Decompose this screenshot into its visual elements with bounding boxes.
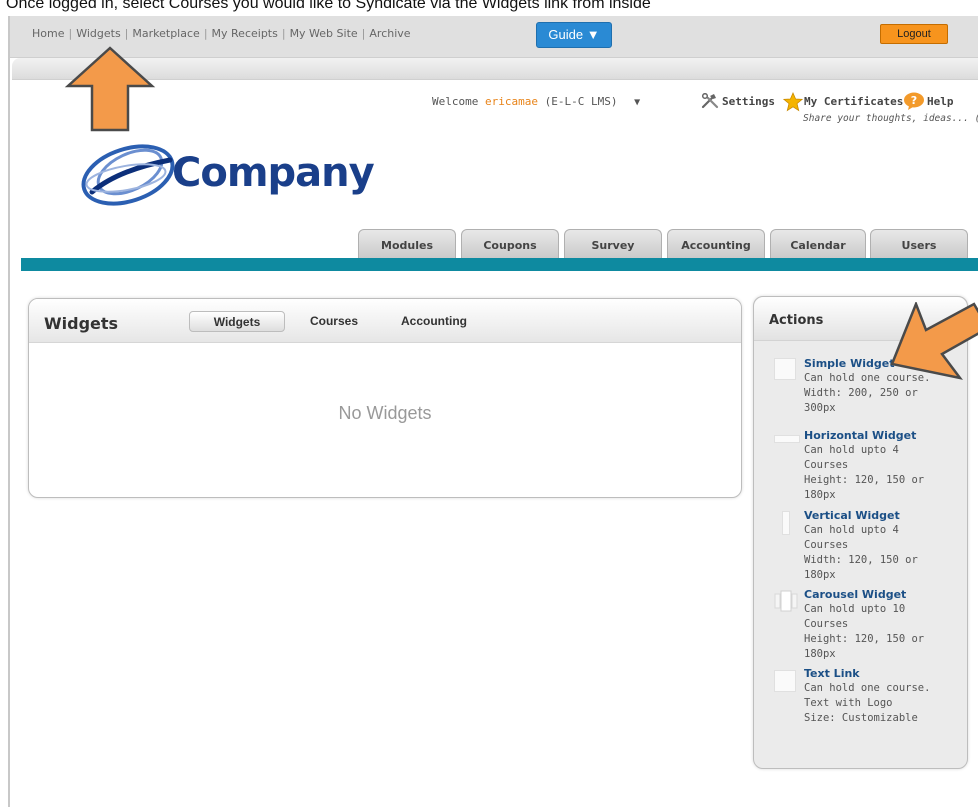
- description-line: 300px: [804, 402, 836, 414]
- nav-separator: |: [203, 27, 208, 40]
- description-line: 180px: [804, 569, 836, 581]
- actions-panel-title: Actions: [769, 313, 824, 328]
- tab-underline-bar: [21, 258, 978, 271]
- widgets-panel-header: Widgets Widgets Courses Accounting: [29, 299, 741, 343]
- top-nav: Home | Widgets | Marketplace | My Receipts | My …: [32, 27, 411, 40]
- tab-coupons[interactable]: Coupons: [461, 229, 559, 259]
- description-line: Courses: [804, 539, 849, 551]
- tab-calendar[interactable]: Calendar: [770, 229, 866, 259]
- action-title[interactable]: Carousel Widget: [804, 588, 906, 601]
- annotation-arrow-diagonal-icon: [890, 302, 978, 380]
- text-link-icon: [774, 670, 796, 692]
- action-title[interactable]: Vertical Widget: [804, 509, 900, 522]
- nav-link-widgets[interactable]: Widgets: [76, 27, 120, 40]
- tools-icon: [701, 93, 719, 109]
- horizontal-widget-icon: [774, 435, 800, 443]
- action-description: Can hold one course. Text with Logo Size…: [804, 681, 964, 726]
- nav-separator: |: [68, 27, 73, 40]
- annotation-arrow-up-icon: [64, 46, 156, 132]
- my-certificates-link[interactable]: My Certificates: [804, 95, 903, 108]
- company-logo-text: Company: [172, 150, 375, 196]
- nav-link-my-web-site[interactable]: My Web Site: [290, 27, 358, 40]
- nav-link-home[interactable]: Home: [32, 27, 64, 40]
- action-title[interactable]: Text Link: [804, 667, 860, 680]
- action-description: Can hold upto 4 Courses Height: 120, 150…: [804, 443, 964, 503]
- nav-separator: |: [361, 27, 366, 40]
- caret-down-icon: ▼: [634, 97, 641, 108]
- nav-link-archive[interactable]: Archive: [369, 27, 410, 40]
- welcome-label: Welcome: [432, 95, 479, 108]
- description-line: Courses: [804, 459, 849, 471]
- logout-button[interactable]: Logout: [880, 24, 948, 44]
- panel-tab-accounting[interactable]: Accounting: [389, 311, 479, 332]
- nav-link-my-receipts[interactable]: My Receipts: [212, 27, 278, 40]
- widgets-panel: Widgets Widgets Courses Accounting No Wi…: [28, 298, 742, 498]
- description-line: Height: 120, 150 or: [804, 633, 925, 645]
- nav-link-marketplace[interactable]: Marketplace: [132, 27, 199, 40]
- star-icon: [783, 92, 803, 112]
- description-line: Courses: [804, 618, 849, 630]
- org-name: (E-L-C LMS): [544, 95, 618, 108]
- tab-modules[interactable]: Modules: [358, 229, 456, 259]
- description-line: Can hold upto 4: [804, 524, 899, 536]
- empty-state-message: No Widgets: [338, 403, 432, 423]
- carousel-widget-icon: [774, 590, 798, 612]
- description-line: Text with Logo: [804, 697, 893, 709]
- help-icon: ?: [904, 92, 924, 110]
- description-line: Can hold upto 4: [804, 444, 899, 456]
- nav-separator: |: [124, 27, 129, 40]
- description-line: Can hold upto 10: [804, 603, 906, 615]
- widgets-panel-title: Widgets: [44, 314, 119, 333]
- username: ericamae: [484, 95, 538, 108]
- settings-link[interactable]: Settings: [722, 95, 775, 108]
- panel-tab-widgets[interactable]: Widgets: [189, 311, 285, 332]
- description-line: Width: 120, 150 or: [804, 554, 918, 566]
- nav-separator: |: [281, 27, 286, 40]
- tab-survey[interactable]: Survey: [564, 229, 662, 259]
- tab-users[interactable]: Users: [870, 229, 968, 259]
- svg-text:?: ?: [911, 94, 917, 107]
- panel-tab-courses[interactable]: Courses: [299, 311, 369, 332]
- welcome-user-menu[interactable]: Welcome ericamae (E-L-C LMS) ▼: [432, 95, 640, 108]
- description-line: Can hold one course.: [804, 682, 931, 694]
- guide-button[interactable]: Guide ▼: [536, 22, 612, 48]
- feedback-link[interactable]: Share your thoughts, ideas... (click): [803, 113, 978, 124]
- description-line: 180px: [804, 648, 836, 660]
- action-description: Can hold upto 4 Courses Width: 120, 150 …: [804, 523, 964, 583]
- action-title[interactable]: Horizontal Widget: [804, 429, 916, 442]
- instruction-caption: Once logged in, select Courses you would…: [6, 0, 651, 12]
- description-line: Height: 120, 150 or: [804, 474, 925, 486]
- action-description: Can hold upto 10 Courses Height: 120, 15…: [804, 602, 964, 662]
- help-link[interactable]: Help: [927, 95, 954, 108]
- simple-widget-icon: [774, 358, 796, 380]
- description-line: 180px: [804, 489, 836, 501]
- vertical-widget-icon: [782, 511, 790, 535]
- tab-accounting[interactable]: Accounting: [667, 229, 765, 259]
- description-line: Size: Customizable: [804, 712, 918, 724]
- action-title[interactable]: Simple Widget: [804, 357, 894, 370]
- header-strip: [12, 58, 978, 80]
